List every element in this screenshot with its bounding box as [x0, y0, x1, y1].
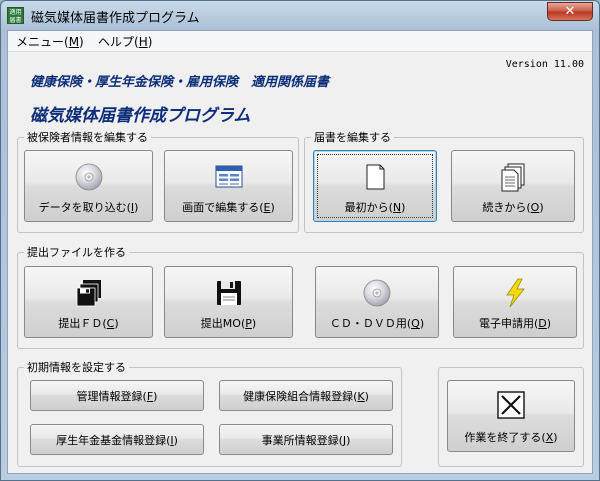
group-initial-settings: 初期情報を設定する 管理情報登録(F) 健康保険組合情報登録(K) 厚生年金基金…	[17, 359, 402, 467]
page-title: 磁気媒体届書作成プログラム	[30, 106, 251, 126]
button-label: 作業を終了する(X)	[464, 431, 558, 444]
group-label: 提出ファイルを作る	[24, 244, 129, 260]
button-label: 健康保険組合情報登録(K)	[243, 389, 369, 403]
lightning-icon	[506, 278, 525, 308]
management-info-button[interactable]: 管理情報登録(F)	[30, 380, 204, 411]
health-insurance-union-button[interactable]: 健康保険組合情報登録(K)	[219, 380, 393, 411]
button-label: データを取り込む(I)	[38, 201, 139, 214]
group-label: 届書を編集する	[311, 129, 394, 145]
button-label: 続きから(O)	[482, 201, 544, 214]
cd-icon	[363, 279, 391, 307]
title-bar[interactable]: 適用 届書 磁気媒体届書作成プログラム ✕	[1, 1, 599, 29]
button-label: 事業所情報登録(J)	[261, 433, 351, 447]
window-edit-icon	[215, 165, 242, 188]
edit-on-screen-button[interactable]: 画面で編集する(E)	[164, 150, 293, 222]
blank-document-icon	[366, 164, 385, 190]
electronic-application-button[interactable]: 電子申請用(D)	[453, 266, 577, 338]
documents-stack-icon	[501, 163, 525, 192]
button-label: ＣＤ・ＤＶＤ用(Q)	[329, 317, 425, 330]
submission-fd-button[interactable]: 提出ＦＤ(C)	[24, 266, 153, 338]
window-title: 磁気媒体届書作成プログラム	[31, 11, 200, 26]
button-label: 提出ＦＤ(C)	[58, 317, 119, 330]
menu-item-menu[interactable]: メニュー(M)	[16, 33, 84, 50]
floppy-stack-icon	[76, 280, 101, 307]
import-data-button[interactable]: データを取り込む(I)	[24, 150, 153, 222]
group-label: 初期情報を設定する	[24, 359, 129, 375]
continue-button[interactable]: 続きから(O)	[451, 150, 575, 222]
exit-button[interactable]: 作業を終了する(X)	[447, 380, 575, 452]
version-label: Version 11.00	[505, 59, 584, 70]
group-make-file: 提出ファイルを作る 提出ＦＤ(C) 提出MO(P) ＣＤ・ＤＶＤ用(Q) 電子申…	[17, 244, 584, 349]
app-icon: 適用 届書	[7, 7, 24, 24]
cd-dvd-button[interactable]: ＣＤ・ＤＶＤ用(Q)	[315, 266, 439, 338]
button-label: 最初から(N)	[344, 201, 406, 214]
group-edit-notice: 届書を編集する 最初から(N) 続きから(O)	[304, 129, 584, 233]
close-window-button[interactable]: ✕	[547, 2, 593, 21]
close-x-icon	[497, 391, 525, 419]
subtitle: 健康保険・厚生年金保険・雇用保険 適用関係届書	[30, 75, 330, 90]
menu-item-help[interactable]: ヘルプ(H)	[98, 33, 152, 50]
office-info-button[interactable]: 事業所情報登録(J)	[219, 424, 393, 455]
button-label: 画面で編集する(E)	[182, 201, 275, 214]
pension-fund-button[interactable]: 厚生年金基金情報登録(I)	[30, 424, 204, 455]
button-label: 管理情報登録(F)	[76, 389, 158, 403]
button-label: 電子申請用(D)	[478, 317, 552, 330]
application-window: 適用 届書 磁気媒体届書作成プログラム ✕ メニュー(M) ヘルプ(H) Vers…	[0, 0, 600, 481]
close-icon: ✕	[564, 4, 576, 19]
button-label: 提出MO(P)	[200, 317, 257, 330]
submission-mo-button[interactable]: 提出MO(P)	[164, 266, 293, 338]
start-new-button[interactable]: 最初から(N)	[313, 150, 437, 222]
group-exit: 作業を終了する(X)	[438, 367, 584, 467]
button-label: 厚生年金基金情報登録(I)	[56, 433, 178, 447]
group-edit-insured: 被保険者情報を編集する データを取り込む(I) 画面で編集する(E)	[17, 129, 299, 233]
cd-icon	[75, 163, 102, 191]
floppy-disk-icon	[216, 281, 241, 305]
client-area: メニュー(M) ヘルプ(H) Version 11.00 健康保険・厚生年金保険…	[7, 30, 593, 474]
menu-bar: メニュー(M) ヘルプ(H)	[8, 31, 592, 52]
group-label: 被保険者情報を編集する	[24, 129, 151, 145]
